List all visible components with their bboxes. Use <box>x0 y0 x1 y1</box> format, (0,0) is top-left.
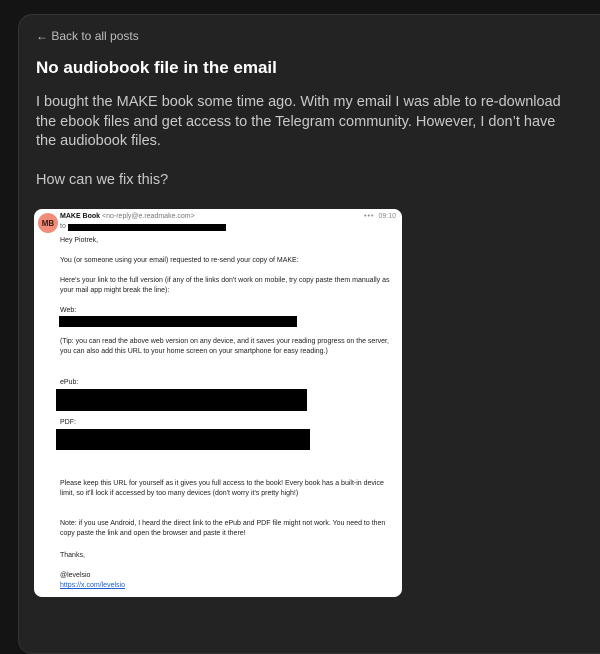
email-greeting: Hey Piotrek, <box>60 237 99 244</box>
email-sender: MAKE Book <no-reply@e.readmake.com> <box>60 213 195 220</box>
redacted-epub-link <box>56 389 307 411</box>
more-dots-icon[interactable]: ••• <box>364 213 374 220</box>
redacted-pdf-link <box>56 429 310 450</box>
email-pdf-label: PDF: <box>60 419 76 426</box>
email-signature: @levelsio <box>60 572 91 579</box>
email-screenshot: MB MAKE Book <no-reply@e.readmake.com> t… <box>34 209 402 597</box>
email-links-intro: Here's your link to the full version (if… <box>60 277 390 294</box>
sender-name: MAKE Book <box>60 213 101 220</box>
email-signature-link[interactable]: https://x.com/levelsio <box>60 581 390 591</box>
back-to-posts-link[interactable]: ← Back to all posts <box>36 29 139 43</box>
redacted-web-link <box>59 316 297 327</box>
email-time: 09:10 <box>378 213 396 220</box>
email-intro: You (or someone using your email) reques… <box>60 257 299 264</box>
post-paragraph: How can we fix this? <box>36 172 169 188</box>
email-web-label: Web: <box>60 307 77 314</box>
post-body: I bought the MAKE book some time ago. Wi… <box>36 93 571 191</box>
email-to-label: to <box>60 223 66 230</box>
email-keep-note: Please keep this URL for yourself as it … <box>60 480 384 497</box>
email-android-note: Note: if you use Android, I heard the di… <box>60 520 386 537</box>
avatar: MB <box>38 213 58 233</box>
email-epub-label: ePub: <box>60 379 79 386</box>
email-tip: (Tip: you can read the above web version… <box>60 338 389 355</box>
post-paragraph: I bought the MAKE book some time ago. Wi… <box>36 94 561 149</box>
sender-address: <no-reply@e.readmake.com> <box>102 213 195 220</box>
email-thanks: Thanks, <box>60 552 85 559</box>
post-title: No audiobook file in the email <box>36 58 277 77</box>
email-meta: ••• 09:10 <box>364 213 396 220</box>
redacted-recipient <box>68 224 226 231</box>
